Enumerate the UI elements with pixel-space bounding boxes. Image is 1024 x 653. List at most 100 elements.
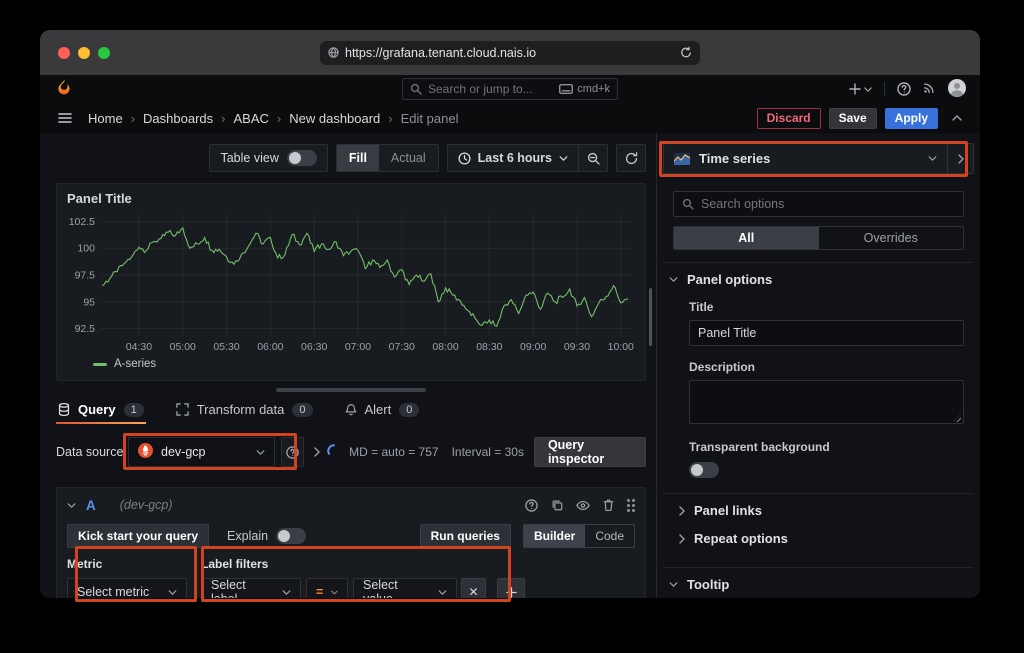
panel-title: Panel Title	[67, 191, 635, 206]
query-ref-id[interactable]: A	[86, 498, 96, 513]
query-help-icon[interactable]	[525, 499, 538, 512]
chevron-down-icon	[438, 590, 447, 595]
delete-query-icon[interactable]	[603, 499, 614, 511]
panel-edit-actions: Discard Save Apply	[757, 108, 962, 129]
add-menu-button[interactable]	[849, 83, 872, 95]
title-field-label: Title	[689, 300, 964, 314]
panel-toolbar: Table view Fill Actual Last 6 hours	[56, 143, 646, 173]
panel-links-header[interactable]: Panel links	[663, 494, 974, 527]
code-button[interactable]: Code	[585, 525, 634, 547]
repeat-options-header[interactable]: Repeat options	[663, 527, 974, 555]
apply-button[interactable]: Apply	[885, 108, 938, 129]
description-textarea[interactable]	[689, 380, 964, 424]
breadcrumb-bar: Home Dashboards ABAC New dashboard Edit …	[40, 103, 980, 133]
maximize-window-button[interactable]	[98, 47, 110, 59]
plus-icon	[506, 587, 517, 598]
collapse-chevron-icon[interactable]	[67, 503, 76, 508]
datasource-picker[interactable]: dev-gcp	[128, 437, 275, 467]
main-scrollbar[interactable]	[646, 133, 656, 598]
menu-icon[interactable]	[58, 112, 72, 124]
query-actions	[525, 499, 635, 512]
breadcrumb: Home Dashboards ABAC New dashboard Edit …	[88, 111, 458, 126]
zoom-out-button[interactable]	[579, 145, 607, 171]
panel-resize-handle[interactable]	[276, 388, 426, 392]
visualization-select[interactable]: Time series	[664, 144, 947, 173]
panel-options-body: Title Description Transparent background	[663, 296, 974, 481]
datasource-help-button[interactable]	[281, 437, 304, 467]
fill-button[interactable]: Fill	[337, 145, 379, 171]
breadcrumb-home[interactable]: Home	[88, 111, 123, 126]
table-view-toggle[interactable]	[287, 150, 317, 166]
address-bar[interactable]: https://grafana.tenant.cloud.nais.io	[320, 41, 700, 65]
duplicate-query-icon[interactable]	[551, 499, 563, 511]
options-search[interactable]	[673, 191, 964, 217]
builder-button[interactable]: Builder	[524, 525, 585, 547]
save-button[interactable]: Save	[829, 108, 877, 129]
chevron-right-icon	[958, 154, 964, 164]
breadcrumb-dashboards[interactable]: Dashboards	[123, 111, 213, 126]
options-search-input[interactable]	[701, 197, 955, 211]
chevron-down-icon	[669, 277, 678, 282]
tab-all[interactable]: All	[674, 227, 819, 249]
svg-text:97.5: 97.5	[75, 270, 96, 282]
chart-legend[interactable]: A-series	[67, 358, 635, 370]
add-filter-button[interactable]	[497, 578, 525, 598]
query-inspector-button[interactable]: Query inspector	[534, 437, 646, 467]
transform-icon	[176, 403, 189, 416]
toggle-visibility-icon[interactable]	[576, 500, 590, 511]
metric-select[interactable]: Select metric	[67, 578, 187, 598]
remove-filter-button[interactable]: ✕	[461, 578, 486, 598]
explain-control: Explain	[227, 528, 306, 544]
query-editor-card: A (dev-gcp)	[56, 487, 646, 598]
datasource-value: dev-gcp	[161, 445, 248, 459]
tab-overrides[interactable]: Overrides	[819, 227, 964, 249]
time-range-button[interactable]: Last 6 hours	[448, 145, 578, 171]
reload-icon[interactable]	[680, 46, 692, 59]
avatar[interactable]	[948, 79, 966, 100]
close-window-button[interactable]	[58, 47, 70, 59]
panel-options-header[interactable]: Panel options	[663, 263, 974, 296]
svg-text:05:30: 05:30	[213, 341, 239, 353]
svg-text:07:00: 07:00	[345, 341, 371, 353]
transparent-bg-toggle[interactable]	[689, 462, 719, 478]
tab-alert[interactable]: Alert 0	[343, 402, 422, 424]
scrollbar-thumb[interactable]	[649, 288, 652, 346]
viz-suggestions-button[interactable]	[947, 144, 973, 173]
breadcrumb-folder[interactable]: ABAC	[213, 111, 269, 126]
help-icon[interactable]	[897, 82, 911, 96]
actual-button[interactable]: Actual	[379, 145, 438, 171]
breadcrumb-dashboard[interactable]: New dashboard	[269, 111, 380, 126]
global-search[interactable]: cmd+k	[402, 78, 618, 100]
chevron-right-icon	[679, 506, 685, 516]
series-color-swatch	[93, 363, 107, 366]
time-series-panel[interactable]: Panel Title 92.59597.5100102.504:3005:00…	[56, 183, 646, 381]
description-field-label: Description	[689, 360, 964, 374]
minimize-window-button[interactable]	[78, 47, 90, 59]
grafana-logo[interactable]	[54, 78, 73, 100]
svg-text:09:30: 09:30	[564, 341, 590, 353]
chevron-down-icon	[282, 590, 291, 595]
run-queries-button[interactable]: Run queries	[420, 524, 511, 548]
drag-handle[interactable]	[627, 499, 635, 512]
tab-query[interactable]: Query 1	[56, 402, 146, 424]
explain-toggle[interactable]	[276, 528, 306, 544]
operator-select[interactable]: =	[306, 578, 348, 598]
query-header: A (dev-gcp)	[67, 493, 635, 517]
chevron-up-icon[interactable]	[952, 115, 962, 121]
kick-start-button[interactable]: Kick start your query	[67, 524, 209, 548]
traffic-lights	[58, 47, 110, 59]
fill-actual-group: Fill Actual	[336, 144, 439, 172]
discard-button[interactable]: Discard	[757, 108, 821, 129]
search-icon	[410, 83, 422, 95]
refresh-button[interactable]	[616, 144, 646, 172]
global-search-input[interactable]	[428, 82, 553, 96]
tab-transform-data[interactable]: Transform data 0	[174, 402, 315, 424]
label-select[interactable]: Select label	[201, 578, 301, 598]
editor-main: Table view Fill Actual Last 6 hours	[40, 133, 646, 598]
news-rss-icon[interactable]	[923, 81, 936, 97]
tooltip-header[interactable]: Tooltip	[663, 568, 974, 598]
title-input[interactable]	[689, 320, 964, 346]
time-series-chart: 92.59597.5100102.504:3005:0005:3006:0006…	[67, 208, 635, 358]
value-select[interactable]: Select value	[353, 578, 457, 598]
query-options-chevron[interactable]	[314, 447, 320, 457]
